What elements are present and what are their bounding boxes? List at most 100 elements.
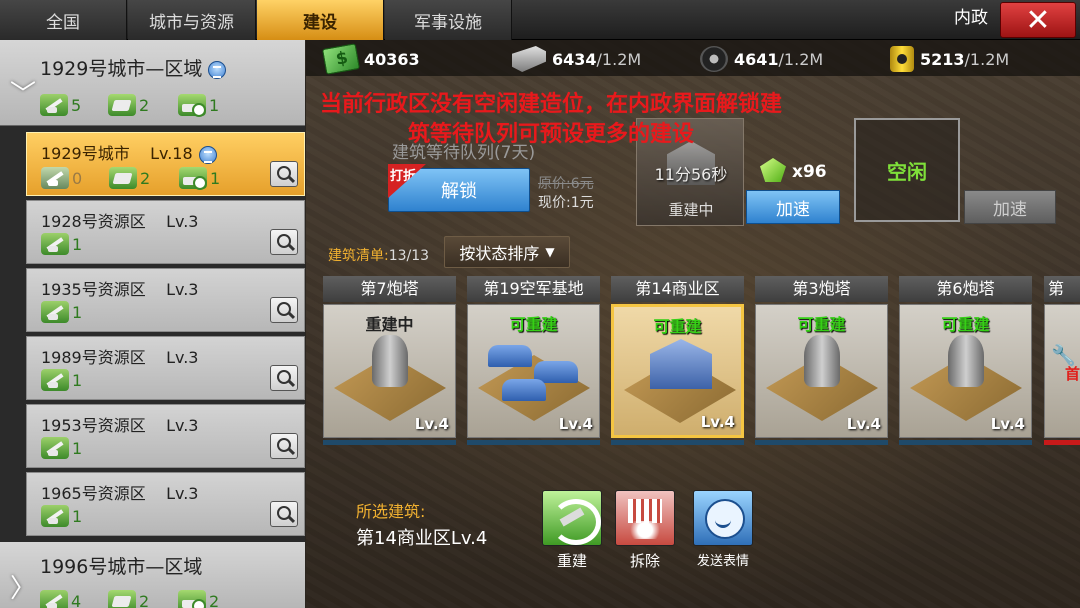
tab-military[interactable]: 军事设施 bbox=[385, 0, 512, 40]
building-image: 重建中 Lv.4 bbox=[323, 304, 456, 438]
tab-construction[interactable]: 建设 bbox=[257, 0, 384, 40]
tab-city-resources[interactable]: 城市与资源 bbox=[128, 0, 256, 40]
send-emote-label: 发送表情 bbox=[696, 554, 749, 569]
search-icon[interactable] bbox=[270, 433, 298, 459]
city-row-1965[interactable]: 1965号资源区 Lv.3 1 bbox=[26, 472, 305, 536]
gem-cost: x96 bbox=[792, 162, 827, 182]
military-icon bbox=[178, 590, 206, 608]
emote-icon[interactable] bbox=[693, 490, 753, 546]
construction-icon bbox=[41, 167, 69, 189]
city-row-1953[interactable]: 1953号资源区 Lv.3 1 bbox=[26, 404, 305, 468]
search-icon[interactable] bbox=[270, 161, 298, 187]
region-military-count: 1 bbox=[178, 94, 219, 117]
send-emote-action[interactable]: 发送表情 bbox=[687, 490, 759, 569]
chevron-right-icon[interactable]: 〉 bbox=[10, 568, 36, 605]
building-card[interactable]: 第6炮塔 可重建 Lv.4 bbox=[899, 276, 1032, 446]
region-title: 1929号城市—区域 bbox=[40, 58, 203, 80]
resource-oil: 5213 /1.2M bbox=[890, 46, 1009, 72]
region-title: 1996号城市—区域 bbox=[40, 556, 203, 578]
resource-steel: 6434 /1.2M bbox=[512, 46, 641, 72]
building-state: 可重建 bbox=[797, 315, 846, 334]
rebuild-icon[interactable] bbox=[542, 490, 602, 546]
building-progress-bar bbox=[1044, 440, 1080, 445]
tab-country[interactable]: 全国 bbox=[0, 0, 127, 40]
search-icon[interactable] bbox=[270, 297, 298, 323]
construction-icon bbox=[41, 369, 69, 391]
search-icon[interactable] bbox=[270, 365, 298, 391]
government-icon bbox=[198, 145, 217, 164]
building-name: 第 bbox=[1044, 276, 1080, 302]
gem-icon bbox=[760, 158, 786, 182]
building-name: 第7炮塔 bbox=[323, 276, 456, 302]
top-tab-bar: 全国 城市与资源 建设 军事设施 内政 ✕ bbox=[0, 0, 1080, 40]
building-image: 🔧 首 bbox=[1044, 304, 1080, 438]
region-header[interactable]: 1996号城市—区域 〉 4 2 2 bbox=[0, 542, 305, 608]
city-name: 1929号城市 Lv.18 bbox=[41, 144, 193, 163]
building-state: 可重建 bbox=[653, 317, 702, 336]
commercial-building-icon bbox=[650, 339, 712, 389]
resource-icon bbox=[108, 94, 136, 116]
building-name: 第14商业区 bbox=[611, 276, 744, 302]
building-card[interactable]: 第3炮塔 可重建 Lv.4 bbox=[755, 276, 888, 446]
construction-icon bbox=[41, 437, 69, 459]
selected-building-name: 第14商业区Lv.4 bbox=[356, 528, 488, 549]
rebuild-action[interactable]: 重建 bbox=[541, 490, 603, 571]
region-header[interactable]: 1929号城市—区域 ﹀ 5 2 1 bbox=[0, 40, 305, 126]
money-icon bbox=[322, 43, 360, 75]
search-icon[interactable] bbox=[270, 229, 298, 255]
building-card-selected[interactable]: 第14商业区 可重建 Lv.4 bbox=[611, 276, 744, 446]
construction-icon bbox=[40, 590, 68, 608]
speed-up-button-disabled[interactable]: 加速 bbox=[964, 190, 1056, 224]
build-timer: 11分56秒 bbox=[654, 165, 728, 184]
building-image: 可重建 Lv.4 bbox=[467, 304, 600, 438]
speed-up-button[interactable]: 加速 bbox=[746, 190, 840, 224]
build-list-label: 建筑清单:13/13 bbox=[328, 248, 430, 264]
tire-icon bbox=[700, 46, 728, 72]
demolish-icon[interactable] bbox=[615, 490, 675, 546]
city-row-1929[interactable]: 1929号城市 Lv.18 0 2 1 bbox=[26, 132, 305, 196]
city-name: 1928号资源区 Lv.3 bbox=[41, 212, 199, 231]
construction-icon bbox=[41, 301, 69, 323]
city-build-count: 1 bbox=[41, 505, 82, 527]
oil-icon bbox=[890, 46, 914, 72]
selected-building-label: 所选建筑: bbox=[356, 502, 426, 521]
build-list-count: 13/13 bbox=[388, 248, 430, 264]
region-resource-count: 2 bbox=[108, 590, 149, 608]
building-name: 第6炮塔 bbox=[899, 276, 1032, 302]
build-status: 重建中 bbox=[668, 201, 714, 219]
demolish-label: 拆除 bbox=[629, 552, 660, 570]
building-level: Lv.4 bbox=[700, 413, 735, 431]
construction-icon bbox=[40, 94, 68, 116]
city-row-1935[interactable]: 1935号资源区 Lv.3 1 bbox=[26, 268, 305, 332]
chevron-down-icon: ▼ bbox=[545, 245, 555, 259]
building-card[interactable]: 第7炮塔 重建中 Lv.4 bbox=[323, 276, 456, 446]
building-progress-bar bbox=[899, 440, 1032, 445]
resource-icon bbox=[108, 590, 136, 608]
demolish-action[interactable]: 拆除 bbox=[614, 490, 676, 571]
chevron-down-icon[interactable]: ﹀ bbox=[10, 74, 36, 111]
city-row-1928[interactable]: 1928号资源区 Lv.3 1 bbox=[26, 200, 305, 264]
city-build-count: 1 bbox=[41, 437, 82, 459]
city-build-count: 1 bbox=[41, 301, 82, 323]
building-card[interactable]: 第19空军基地 可重建 Lv.4 bbox=[467, 276, 600, 446]
idle-build-slot[interactable]: 空闲 bbox=[854, 118, 960, 222]
building-image: 可重建 Lv.4 bbox=[611, 304, 744, 438]
building-progress-bar bbox=[755, 440, 888, 445]
military-icon bbox=[179, 167, 207, 190]
building-progress-bar bbox=[467, 440, 600, 445]
cannon-tower-icon bbox=[372, 335, 408, 387]
city-name: 1935号资源区 Lv.3 bbox=[41, 280, 199, 299]
city-name: 1965号资源区 Lv.3 bbox=[41, 484, 199, 503]
region-military-count: 2 bbox=[178, 590, 219, 608]
close-button[interactable]: ✕ bbox=[1000, 2, 1076, 38]
region-build-count: 4 bbox=[40, 590, 81, 608]
city-name: 1989号资源区 Lv.3 bbox=[41, 348, 199, 367]
sort-dropdown[interactable]: 按状态排序 ▼ bbox=[444, 236, 570, 268]
government-icon bbox=[208, 60, 227, 79]
city-row-1989[interactable]: 1989号资源区 Lv.3 1 bbox=[26, 336, 305, 400]
cannon-tower-icon bbox=[804, 335, 840, 387]
close-icon: ✕ bbox=[1025, 2, 1051, 38]
search-icon[interactable] bbox=[270, 501, 298, 527]
building-image: 可重建 Lv.4 bbox=[899, 304, 1032, 438]
building-card-partial[interactable]: 第 🔧 首 bbox=[1044, 276, 1080, 446]
